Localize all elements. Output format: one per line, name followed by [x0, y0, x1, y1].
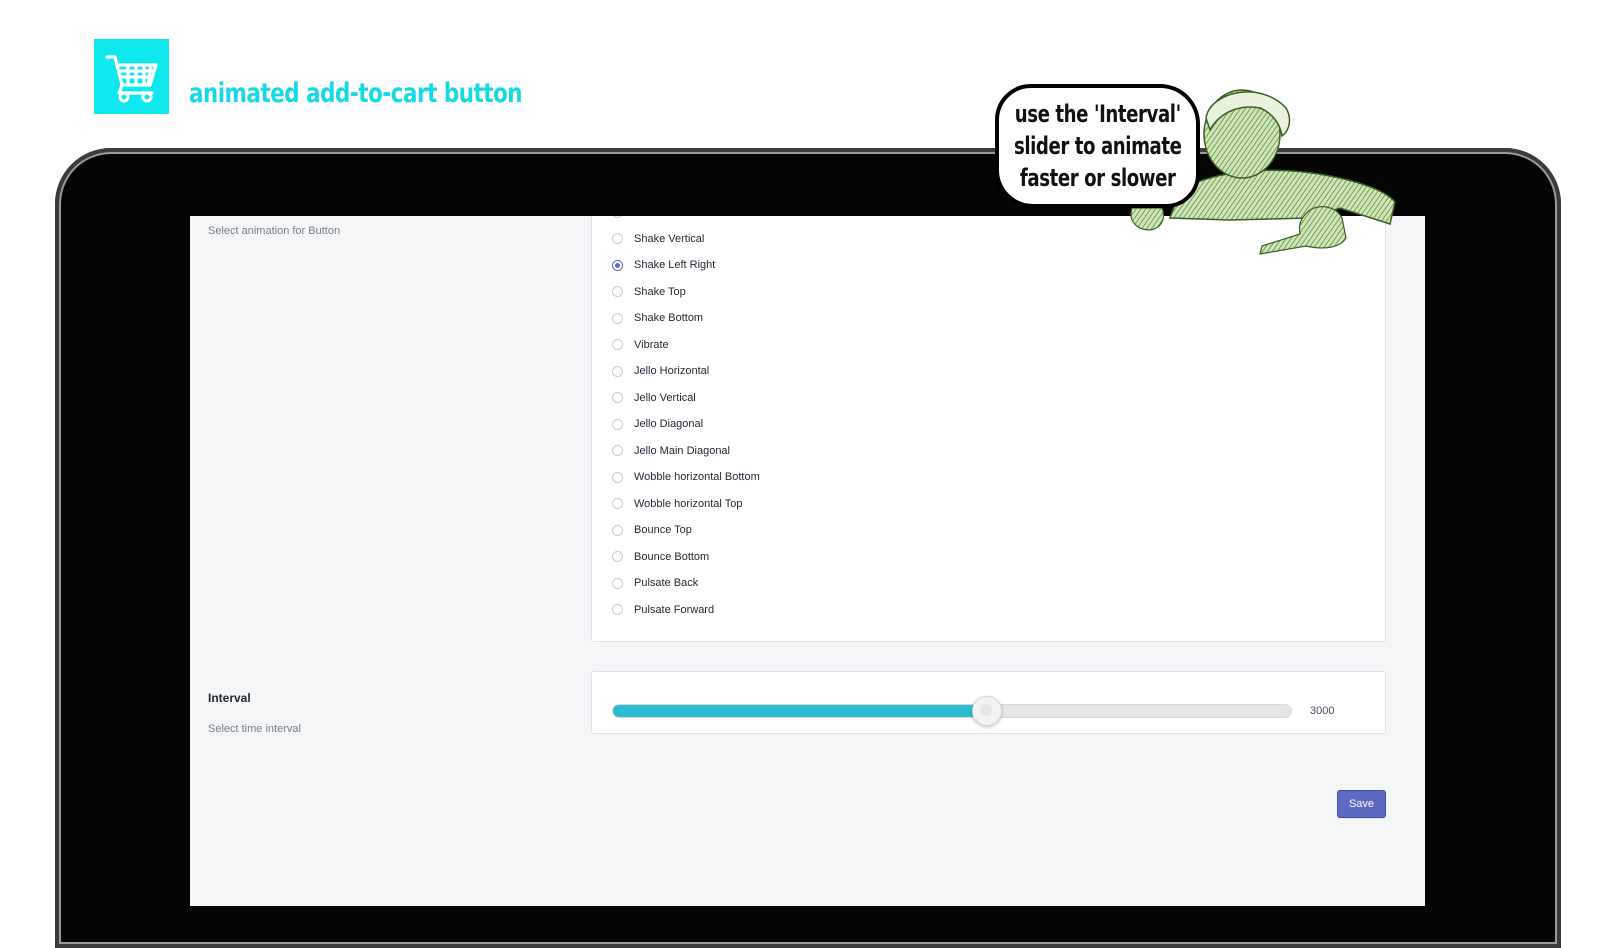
radio-unchecked[interactable] [612, 418, 623, 430]
radio-unchecked[interactable] [612, 471, 623, 483]
animation-option[interactable]: Shake Horizontal [612, 216, 718, 221]
save-button[interactable]: Save [1337, 790, 1386, 818]
radio-unchecked[interactable] [612, 392, 623, 403]
animation-option-label: Shake Bottom [634, 312, 704, 324]
radio-unchecked[interactable] [612, 445, 623, 456]
radio-unchecked[interactable] [612, 551, 623, 562]
animation-option[interactable]: Jello Diagonal [612, 415, 703, 433]
animation-option-label: Vibrate [634, 338, 669, 351]
animation-option-label: Shake Horizontal [634, 216, 718, 218]
animation-option[interactable]: Pulsate Back [612, 574, 698, 592]
animation-option-label: Pulsate Forward [634, 603, 715, 616]
animation-description: Select animation for Button [208, 225, 341, 237]
radio-unchecked[interactable] [612, 233, 623, 244]
animation-option-label: Wobble horizontal Bottom [634, 471, 760, 483]
radio-unchecked[interactable] [612, 365, 623, 377]
animation-option[interactable]: Wobble horizontal Top [612, 495, 742, 513]
animation-option[interactable]: Shake Vertical [612, 230, 704, 248]
radio-unchecked[interactable] [612, 577, 623, 589]
animation-option[interactable]: Vibrate [612, 336, 669, 354]
animation-option[interactable]: Jello Main Diagonal [612, 442, 730, 460]
animation-option[interactable]: Wobble horizontal Bottom [612, 468, 760, 486]
app-screen: Select animation for Button Shake Horizo… [190, 216, 1425, 906]
radio-unchecked[interactable] [612, 339, 623, 350]
animation-option[interactable]: Bounce Top [612, 521, 692, 539]
animation-option-label: Jello Vertical [634, 391, 696, 404]
animation-option-label: Pulsate Back [634, 577, 699, 589]
speech-bubble: use the 'Interval' slider to animate fas… [995, 84, 1200, 208]
animation-option[interactable]: Shake Top [612, 283, 686, 301]
animation-option-label: Jello Horizontal [634, 365, 710, 377]
radio-unchecked[interactable] [612, 216, 623, 218]
page-title: animated add-to-cart button [189, 78, 523, 109]
animation-option-label: Jello Main Diagonal [634, 444, 730, 457]
interval-slider[interactable] [612, 696, 1292, 726]
slider-fill [613, 705, 986, 717]
interval-description: Select time interval [208, 723, 301, 735]
animation-option[interactable]: Shake Bottom [612, 309, 703, 327]
interval-card: 3000 [591, 671, 1386, 734]
callout-line: faster or slower [1019, 164, 1176, 192]
interval-title: Interval [208, 691, 251, 705]
shopping-cart-icon [104, 54, 158, 102]
animation-option-label: Shake Left Right [634, 259, 716, 271]
animation-option-label: Bounce Bottom [634, 550, 710, 563]
animation-option[interactable]: Shake Left Right [612, 256, 715, 274]
animation-option[interactable]: Jello Vertical [612, 389, 696, 407]
radio-unchecked[interactable] [612, 604, 623, 615]
radio-unchecked[interactable] [612, 312, 623, 324]
logo [94, 39, 169, 114]
radio-unchecked[interactable] [612, 524, 623, 536]
radio-unchecked[interactable] [612, 286, 623, 297]
animation-option[interactable]: Pulsate Forward [612, 601, 714, 619]
interval-value: 3000 [1310, 705, 1335, 717]
animation-option-label: Bounce Top [634, 524, 692, 536]
animation-option[interactable]: Jello Horizontal [612, 362, 709, 380]
animation-options-card: Shake Horizontal Shake Vertical Shake Left… [591, 216, 1386, 642]
radio-checked[interactable] [612, 259, 623, 271]
animation-option-label: Wobble horizontal Top [634, 497, 743, 510]
callout-line: use the 'Interval' [1014, 100, 1181, 128]
animation-option[interactable]: Bounce Bottom [612, 548, 709, 566]
callout-line: slider to animate [1013, 132, 1182, 160]
animation-option-label: Shake Vertical [634, 232, 705, 245]
animation-option-label: Shake Top [634, 285, 686, 298]
animation-option-label: Jello Diagonal [634, 418, 704, 430]
radio-unchecked[interactable] [612, 498, 623, 509]
slider-handle[interactable] [971, 696, 1002, 726]
